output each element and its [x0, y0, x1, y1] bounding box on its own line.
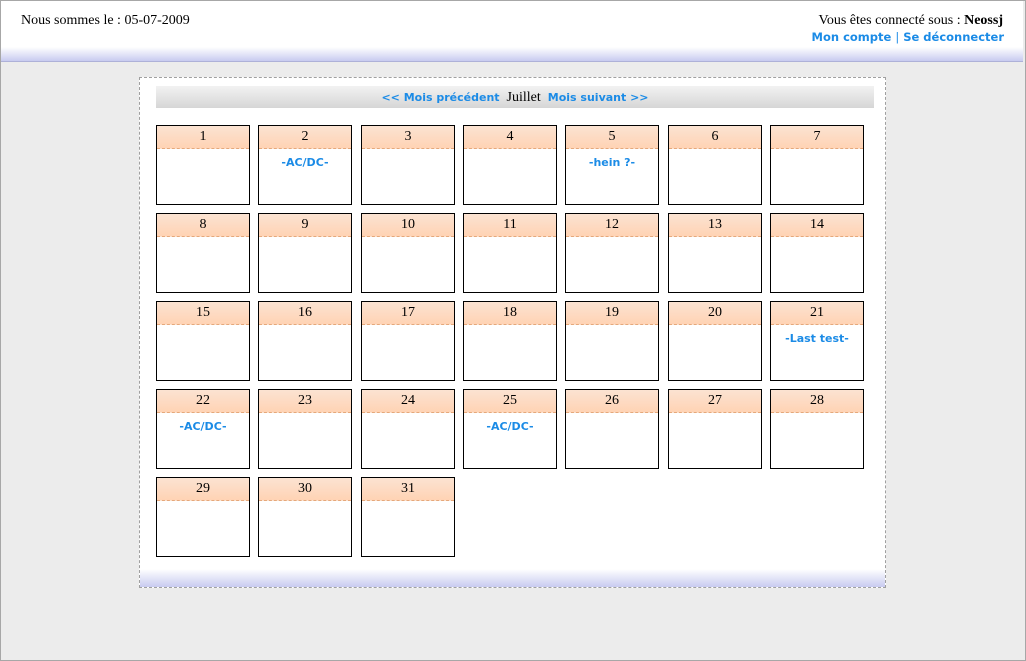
event-link[interactable]: -AC/DC- — [464, 420, 556, 433]
calendar-day-2[interactable]: 2 -AC/DC- — [258, 125, 352, 205]
day-number: 1 — [157, 126, 249, 149]
calendar-day-27[interactable]: 27 — [668, 389, 762, 469]
calendar-day-13[interactable]: 13 — [668, 213, 762, 293]
calendar-day-9[interactable]: 9 — [258, 213, 352, 293]
calendar-day-23[interactable]: 23 — [258, 389, 352, 469]
calendar-day-7[interactable]: 7 — [770, 125, 864, 205]
day-number: 10 — [362, 214, 454, 237]
day-number: 3 — [362, 126, 454, 149]
next-month-link[interactable]: Mois suivant >> — [548, 91, 649, 104]
calendar-day-6[interactable]: 6 — [668, 125, 762, 205]
calendar-day-21[interactable]: 21 -Last test- — [770, 301, 864, 381]
calendar-day-26[interactable]: 26 — [565, 389, 659, 469]
header-gradient-band — [1, 47, 1023, 62]
calendar-day-3[interactable]: 3 — [361, 125, 455, 205]
calendar-panel: << Mois précédent Juillet Mois suivant >… — [139, 77, 886, 588]
day-number: 30 — [259, 478, 351, 501]
calendar-day-4[interactable]: 4 — [463, 125, 557, 205]
calendar-day-20[interactable]: 20 — [668, 301, 762, 381]
calendar-day-1[interactable]: 1 — [156, 125, 250, 205]
user-links: Mon compte | Se déconnecter — [812, 30, 1004, 44]
day-number: 6 — [669, 126, 761, 149]
day-number: 8 — [157, 214, 249, 237]
event-link[interactable]: -Last test- — [771, 332, 863, 345]
username: Neossj — [964, 13, 1003, 28]
calendar-day-28[interactable]: 28 — [770, 389, 864, 469]
calendar-day-18[interactable]: 18 — [463, 301, 557, 381]
day-number: 20 — [669, 302, 761, 325]
day-number: 4 — [464, 126, 556, 149]
calendar-day-5[interactable]: 5 -hein ?- — [565, 125, 659, 205]
day-number: 21 — [771, 302, 863, 325]
calendar-day-31[interactable]: 31 — [361, 477, 455, 557]
calendar-day-22[interactable]: 22 -AC/DC- — [156, 389, 250, 469]
day-number: 2 — [259, 126, 351, 149]
day-number: 18 — [464, 302, 556, 325]
prev-month-link[interactable]: << Mois précédent — [381, 91, 499, 104]
day-number: 28 — [771, 390, 863, 413]
event-link[interactable]: -AC/DC- — [259, 156, 351, 169]
calendar-day-29[interactable]: 29 — [156, 477, 250, 557]
day-number: 7 — [771, 126, 863, 149]
logged-in-info: Vous êtes connecté sous : Neossj — [819, 13, 1003, 29]
current-date: Nous sommes le : 05-07-2009 — [21, 13, 190, 28]
day-number: 29 — [157, 478, 249, 501]
day-number: 25 — [464, 390, 556, 413]
event-link[interactable]: -hein ?- — [566, 156, 658, 169]
day-number: 31 — [362, 478, 454, 501]
logged-prefix: Vous êtes connecté sous : — [818, 13, 965, 28]
day-number: 15 — [157, 302, 249, 325]
event-link[interactable]: -AC/DC- — [157, 420, 249, 433]
my-account-link[interactable]: Mon compte — [812, 30, 892, 44]
calendar-day-24[interactable]: 24 — [361, 389, 455, 469]
day-number: 27 — [669, 390, 761, 413]
day-number: 23 — [259, 390, 351, 413]
day-number: 12 — [566, 214, 658, 237]
month-navigation: << Mois précédent Juillet Mois suivant >… — [156, 86, 874, 108]
calendar-day-8[interactable]: 8 — [156, 213, 250, 293]
top-header: Nous sommes le : 05-07-2009 Vous êtes co… — [1, 1, 1023, 47]
day-number: 14 — [771, 214, 863, 237]
calendar-day-10[interactable]: 10 — [361, 213, 455, 293]
day-number: 26 — [566, 390, 658, 413]
logout-link[interactable]: Se déconnecter — [903, 30, 1004, 44]
calendar-day-30[interactable]: 30 — [258, 477, 352, 557]
day-number: 5 — [566, 126, 658, 149]
calendar-day-19[interactable]: 19 — [565, 301, 659, 381]
day-number: 24 — [362, 390, 454, 413]
calendar-day-17[interactable]: 17 — [361, 301, 455, 381]
calendar-day-15[interactable]: 15 — [156, 301, 250, 381]
calendar-day-12[interactable]: 12 — [565, 213, 659, 293]
day-number: 16 — [259, 302, 351, 325]
day-number: 9 — [259, 214, 351, 237]
calendar-day-11[interactable]: 11 — [463, 213, 557, 293]
panel-footer-band — [140, 569, 885, 587]
day-number: 22 — [157, 390, 249, 413]
day-number: 13 — [669, 214, 761, 237]
calendar-day-16[interactable]: 16 — [258, 301, 352, 381]
month-name: Juillet — [506, 90, 541, 105]
day-number: 19 — [566, 302, 658, 325]
day-number: 11 — [464, 214, 556, 237]
link-separator: | — [895, 30, 900, 44]
calendar-day-14[interactable]: 14 — [770, 213, 864, 293]
day-number: 17 — [362, 302, 454, 325]
calendar-day-25[interactable]: 25 -AC/DC- — [463, 389, 557, 469]
